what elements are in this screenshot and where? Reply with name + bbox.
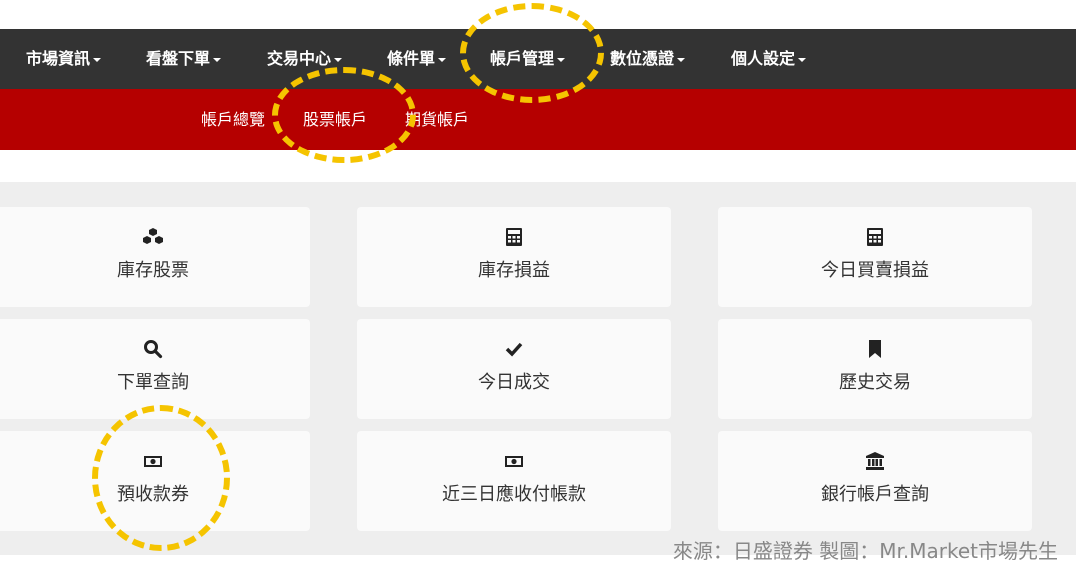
card-bank-account-query[interactable]: 銀行帳戶查詢 bbox=[718, 431, 1032, 531]
card-trade-history[interactable]: 歷史交易 bbox=[718, 319, 1032, 419]
nav-digital-certificate[interactable]: 數位憑證 bbox=[610, 29, 686, 89]
sub-nav: 帳戶總覽 股票帳戶 期貨帳戶 bbox=[0, 89, 1076, 150]
money-icon bbox=[357, 451, 671, 471]
card-label: 下單查詢 bbox=[117, 372, 189, 393]
subnav-futures-account[interactable]: 期貨帳戶 bbox=[405, 89, 469, 150]
subnav-account-overview[interactable]: 帳戶總覽 bbox=[201, 89, 265, 150]
card-label: 今日成交 bbox=[478, 372, 550, 393]
card-label: 預收款券 bbox=[117, 484, 189, 505]
card-inventory-pnl[interactable]: 庫存損益 bbox=[357, 207, 671, 307]
nav-market-info[interactable]: 市場資訊 bbox=[26, 29, 102, 89]
caret-down-icon bbox=[438, 57, 447, 62]
calculator-icon bbox=[357, 227, 671, 247]
caret-down-icon bbox=[213, 57, 222, 62]
source-caption: 來源：日盛證券 製圖：Mr.Market市場先生 bbox=[672, 539, 1058, 563]
card-three-day-settlement[interactable]: 近三日應收付帳款 bbox=[357, 431, 671, 531]
card-prepaid-funds-securities[interactable]: 預收款券 bbox=[0, 431, 310, 531]
caret-down-icon bbox=[334, 57, 343, 62]
caret-down-icon bbox=[798, 57, 807, 62]
account-menu-grid: 庫存股票 庫存損益 今日買賣損益 下單查詢 今日成交 歷史交易 預收款券 近三日… bbox=[0, 182, 1076, 555]
caret-down-icon bbox=[93, 57, 102, 62]
money-icon bbox=[0, 451, 310, 471]
nav-quote-order[interactable]: 看盤下單 bbox=[146, 29, 222, 89]
check-icon bbox=[357, 339, 671, 359]
bank-icon bbox=[718, 451, 1032, 471]
card-label: 庫存股票 bbox=[117, 260, 189, 281]
nav-account-management[interactable]: 帳戶管理 bbox=[490, 29, 566, 89]
card-label: 今日買賣損益 bbox=[821, 260, 929, 281]
nav-conditional-order[interactable]: 條件單 bbox=[387, 29, 447, 89]
card-stock-inventory[interactable]: 庫存股票 bbox=[0, 207, 310, 307]
card-label: 銀行帳戶查詢 bbox=[821, 484, 929, 505]
nav-trading-center[interactable]: 交易中心 bbox=[267, 29, 343, 89]
card-label: 庫存損益 bbox=[478, 260, 550, 281]
top-nav: 市場資訊 看盤下單 交易中心 條件單 帳戶管理 數位憑證 個人設定 bbox=[0, 29, 1076, 89]
calculator-icon bbox=[718, 227, 1032, 247]
card-label: 近三日應收付帳款 bbox=[442, 484, 586, 505]
card-order-query[interactable]: 下單查詢 bbox=[0, 319, 310, 419]
caret-down-icon bbox=[557, 57, 566, 62]
card-today-filled[interactable]: 今日成交 bbox=[357, 319, 671, 419]
bookmark-icon bbox=[718, 339, 1032, 359]
subnav-stock-account[interactable]: 股票帳戶 bbox=[303, 89, 367, 150]
nav-personal-settings[interactable]: 個人設定 bbox=[731, 29, 807, 89]
card-today-trade-pnl[interactable]: 今日買賣損益 bbox=[718, 207, 1032, 307]
card-label: 歷史交易 bbox=[839, 372, 911, 393]
cubes-icon bbox=[0, 227, 310, 247]
caret-down-icon bbox=[677, 57, 686, 62]
search-icon bbox=[0, 339, 310, 359]
